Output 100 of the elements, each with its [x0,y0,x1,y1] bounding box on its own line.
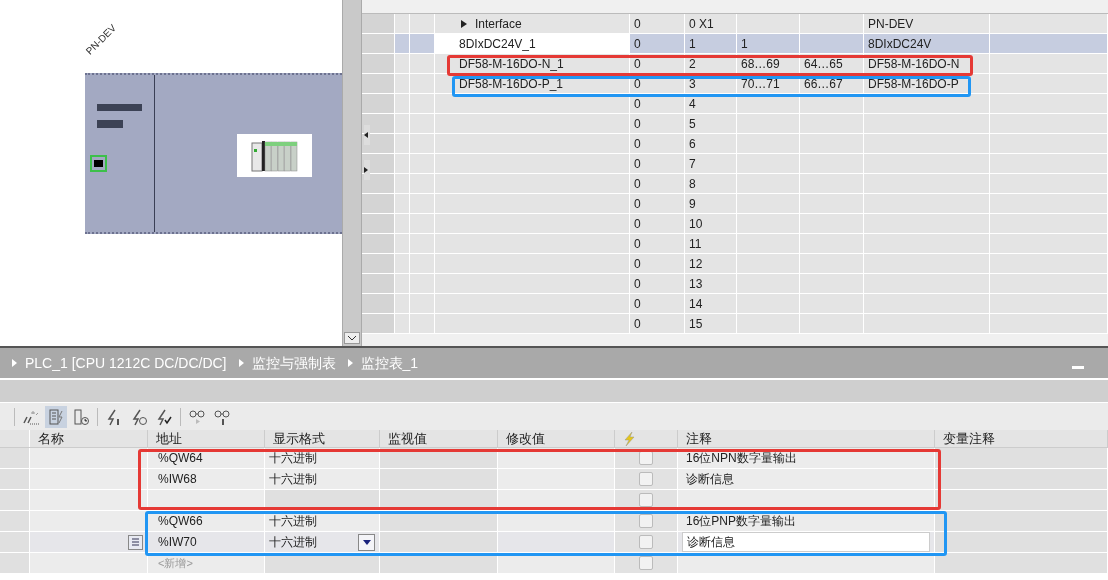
column-header[interactable]: 修改值 [506,428,545,449]
slot-number: 8 [689,175,696,193]
module-type: 8DIxDC24V [868,35,932,53]
device-rack[interactable] [85,73,342,234]
breadcrumb-arrow-icon [12,359,17,367]
scroll-left-button[interactable] [364,125,370,145]
display-format[interactable]: 十六进制 [269,533,317,551]
module-type: PN-DEV [868,15,914,33]
triangle-left-icon [364,132,368,138]
scroll-right-button[interactable] [364,160,370,180]
monitor-icon [46,406,66,427]
comment-text: 16位NPN数字量输出 [685,450,798,467]
rack-number: 0 [634,175,641,193]
scroll-down-button[interactable] [344,332,360,344]
io-module-icon [249,138,300,173]
display-format: 十六进制 [269,450,317,467]
module-row[interactable]: 0 6 [362,134,1108,154]
module-row[interactable]: 0 11 [362,234,1108,254]
caret-icon [362,539,371,545]
breadcrumb-arrow-icon [347,359,353,367]
slot-number: 5 [689,115,696,133]
watch-table-row[interactable]: %IW70 十六进制 诊断信息 [0,532,1108,553]
watch-table-row[interactable] [0,490,1108,511]
rack-number: 0 [634,215,641,233]
slot-number: 7 [689,155,696,173]
input-address: 1 [741,35,748,53]
column-header[interactable]: 注释 [686,428,712,449]
slot-number: 3 [689,75,696,93]
rack-number: 0 [634,195,641,213]
module-row[interactable]: 0 9 [362,194,1108,214]
list-icon [131,537,140,547]
rack-number: 0 [634,35,641,53]
dropdown-button[interactable] [358,533,375,551]
module-row[interactable]: 0 8 [362,174,1108,194]
column-header[interactable]: 名称 [38,428,64,449]
input-address: 70…71 [741,75,780,93]
address-value: %QW66 [158,513,203,530]
force-checkbox[interactable] [639,556,653,570]
slot-number: 9 [689,195,696,213]
rack-number: 0 [634,55,641,73]
address-value: %IW70 [158,534,197,551]
module-row[interactable]: 0 15 [362,314,1108,334]
slot-number: 12 [689,255,703,273]
slot-number: 11 [689,235,702,253]
slot-number: 13 [689,275,703,293]
vertical-scrollbar[interactable] [342,0,362,346]
address-value: %IW68 [158,471,197,488]
status-bar-icon [97,120,123,128]
force-checkbox[interactable] [639,472,653,486]
rack-number: 0 [634,155,641,173]
column-header[interactable]: 地址 [156,428,182,449]
force-checkbox[interactable] [639,535,653,549]
chevron-down-icon [348,335,356,341]
comment-input[interactable]: 诊断信息 [682,532,930,552]
module-row[interactable]: Interface 0 0 X1 PN-DEV [362,14,1108,34]
slot-number: 14 [689,295,703,313]
rack-number: 0 [634,275,641,293]
comment-text: 16位PNP数字量输出 [685,513,798,530]
slot-number: 15 [689,315,703,333]
module-row[interactable]: 0 7 [362,154,1108,174]
module-row[interactable]: 0 5 [362,114,1108,134]
lightning-icon [623,431,635,446]
rack-number: 0 [634,255,641,273]
port-icon[interactable] [90,155,107,172]
rack-number: 0 [634,295,641,313]
column-header[interactable]: 显示格式 [273,428,325,449]
rack-number: 0 [634,15,641,33]
module-row[interactable]: DF58-M-16DO-N_1 0 2 68…69 64…65 DF58-M-16DO-N [362,54,1108,74]
trigger-icon [71,406,91,427]
slot-number: 2 [689,55,696,73]
rack-number: 0 [634,75,641,93]
rack-number: 0 [634,115,641,133]
output-address: 64…65 [804,55,843,73]
display-format: 十六进制 [269,513,317,530]
module-row[interactable]: 0 13 [362,274,1108,294]
rack-number: 0 [634,95,641,113]
module-row[interactable]: 0 12 [362,254,1108,274]
breadcrumb-arrow-icon [238,359,244,367]
address-value: %QW64 [158,450,203,467]
force-checkbox[interactable] [639,514,653,528]
column-header[interactable]: 监视值 [388,428,427,449]
module-row[interactable]: 0 10 [362,214,1108,234]
slot-number: 10 [689,215,703,233]
module-name: DF58-M-16DO-N_1 [459,55,564,73]
watch-table-row[interactable]: %IW68 十六进制 诊断信息 [0,469,1108,490]
comment-text: 诊断信息 [685,471,735,488]
output-address: 66…67 [804,75,843,93]
force-checkbox[interactable] [639,493,653,507]
column-header[interactable]: 变量注释 [943,428,995,449]
module-row[interactable]: 8DIxDC24V_1 0 1 1 8DIxDC24V [362,34,1108,54]
triangle-right-icon [364,167,368,173]
row-edit-button[interactable] [128,534,143,550]
slot-number: 4 [689,95,696,113]
module-row[interactable]: 0 14 [362,294,1108,314]
module-type: DF58-M-16DO-N [868,55,960,73]
slot-number: 6 [689,135,696,153]
expand-icon[interactable] [461,19,467,28]
watch-table-row[interactable]: %QW64 十六进制 16位NPN数字量输出 [0,448,1108,469]
slot-number: 0 X1 [689,15,714,33]
slot-number: 1 [689,35,696,53]
